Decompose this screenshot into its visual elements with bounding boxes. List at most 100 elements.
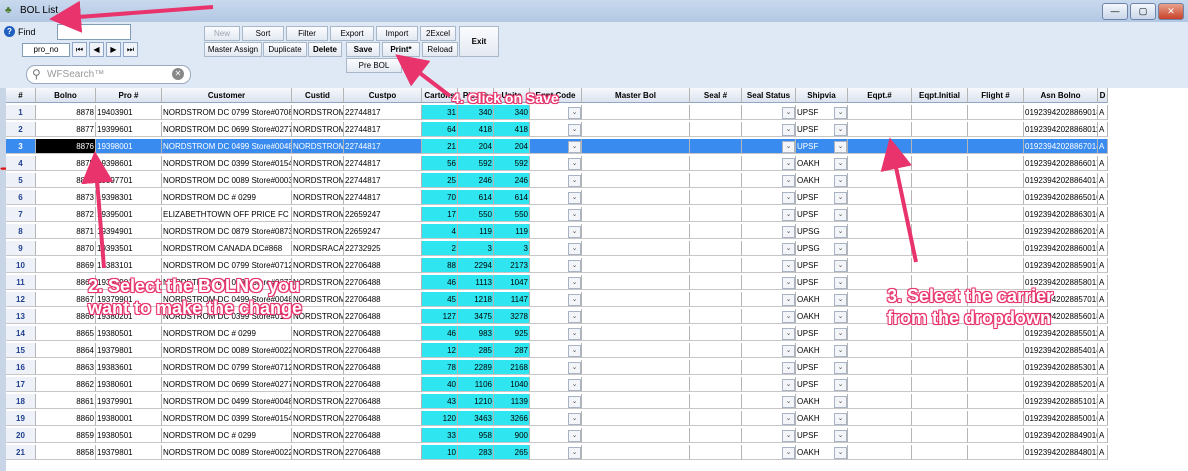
table-row[interactable]: 17 8862 19380601 NORDSTROM DC 0699 Store#02… bbox=[6, 377, 1188, 393]
chevron-down-icon[interactable]: ⌄ bbox=[782, 345, 795, 357]
chevron-down-icon[interactable]: ⌄ bbox=[568, 294, 581, 306]
chevron-down-icon[interactable]: ⌄ bbox=[782, 141, 795, 153]
chevron-down-icon[interactable]: ⌄ bbox=[834, 260, 847, 272]
chevron-down-icon[interactable]: ⌄ bbox=[568, 328, 581, 340]
exit-button[interactable]: Exit bbox=[459, 26, 499, 57]
column-header[interactable]: # bbox=[6, 88, 36, 103]
table-row[interactable]: 9 8870 19393501 NORDSTROM CANADA DC#868 NORD… bbox=[6, 241, 1188, 257]
chevron-down-icon[interactable]: ⌄ bbox=[782, 379, 795, 391]
chevron-down-icon[interactable]: ⌄ bbox=[834, 277, 847, 289]
table-row[interactable]: 20 8859 19380501 NORDSTROM DC # 0299 NORDSTR… bbox=[6, 428, 1188, 444]
chevron-down-icon[interactable]: ⌄ bbox=[834, 158, 847, 170]
chevron-down-icon[interactable]: ⌄ bbox=[568, 192, 581, 204]
chevron-down-icon[interactable]: ⌄ bbox=[568, 277, 581, 289]
table-row[interactable]: 6 8873 19398301 NORDSTROM DC # 0299 NORDSTRO… bbox=[6, 190, 1188, 206]
chevron-down-icon[interactable]: ⌄ bbox=[782, 192, 795, 204]
chevron-down-icon[interactable]: ⌄ bbox=[782, 175, 795, 187]
chevron-down-icon[interactable]: ⌄ bbox=[568, 362, 581, 374]
to-excel-button[interactable]: 2Excel bbox=[420, 26, 456, 41]
chevron-down-icon[interactable]: ⌄ bbox=[834, 107, 847, 119]
chevron-down-icon[interactable]: ⌄ bbox=[782, 294, 795, 306]
save-button[interactable]: Save bbox=[346, 42, 380, 57]
table-row[interactable]: 21 8858 19379801 NORDSTROM DC 0089 Store#00… bbox=[6, 445, 1188, 461]
column-header[interactable]: Bolno bbox=[36, 88, 96, 103]
chevron-down-icon[interactable]: ⌄ bbox=[568, 226, 581, 238]
chevron-down-icon[interactable]: ⌄ bbox=[834, 124, 847, 136]
chevron-down-icon[interactable]: ⌄ bbox=[782, 124, 795, 136]
column-header[interactable]: Pro # bbox=[96, 88, 162, 103]
maximize-button[interactable]: ▢ bbox=[1130, 3, 1156, 20]
chevron-down-icon[interactable]: ⌄ bbox=[782, 260, 795, 272]
table-row[interactable]: 1 8878 19403901 NORDSTROM DC 0799 Store#070… bbox=[6, 105, 1188, 121]
export-button[interactable]: Export bbox=[330, 26, 374, 41]
chevron-down-icon[interactable]: ⌄ bbox=[568, 107, 581, 119]
column-header[interactable]: Custid bbox=[292, 88, 344, 103]
chevron-down-icon[interactable]: ⌄ bbox=[568, 430, 581, 442]
chevron-down-icon[interactable]: ⌄ bbox=[834, 141, 847, 153]
chevron-down-icon[interactable]: ⌄ bbox=[834, 447, 847, 459]
column-header[interactable]: Shipvia bbox=[796, 88, 848, 103]
pre-bol-button[interactable]: Pre BOL bbox=[346, 58, 402, 73]
table-row[interactable]: 5 8874 19397701 NORDSTROM DC 0089 Store#000… bbox=[6, 173, 1188, 189]
chevron-down-icon[interactable]: ⌄ bbox=[834, 294, 847, 306]
chevron-down-icon[interactable]: ⌄ bbox=[568, 260, 581, 272]
chevron-down-icon[interactable]: ⌄ bbox=[568, 124, 581, 136]
find-input[interactable] bbox=[57, 24, 131, 40]
chevron-down-icon[interactable]: ⌄ bbox=[782, 158, 795, 170]
table-row[interactable]: 4 8875 19398601 NORDSTROM DC 0399 Store#015… bbox=[6, 156, 1188, 172]
chevron-down-icon[interactable]: ⌄ bbox=[568, 175, 581, 187]
column-header[interactable]: Seal # bbox=[690, 88, 742, 103]
master-assign-button[interactable]: Master Assign bbox=[204, 42, 262, 57]
chevron-down-icon[interactable]: ⌄ bbox=[568, 311, 581, 323]
table-row[interactable]: 16 8863 19383601 NORDSTROM DC 0799 Store#07… bbox=[6, 360, 1188, 376]
clear-search-icon[interactable]: ✕ bbox=[172, 68, 184, 80]
chevron-down-icon[interactable]: ⌄ bbox=[834, 328, 847, 340]
delete-button[interactable]: Delete bbox=[308, 42, 342, 57]
table-row[interactable]: 10 8869 19383101 NORDSTROM DC 0799 Store#07… bbox=[6, 258, 1188, 274]
sort-button[interactable]: Sort bbox=[242, 26, 284, 41]
reload-button[interactable]: Reload bbox=[422, 42, 458, 57]
chevron-down-icon[interactable]: ⌄ bbox=[782, 430, 795, 442]
chevron-down-icon[interactable]: ⌄ bbox=[782, 243, 795, 255]
column-header[interactable]: D bbox=[1098, 88, 1108, 103]
column-header[interactable]: Eqpt.Initial bbox=[912, 88, 968, 103]
next-record-icon[interactable]: ▶ bbox=[106, 42, 121, 57]
table-row[interactable]: 19 8860 19380001 NORDSTROM DC 0399 Store#01… bbox=[6, 411, 1188, 427]
chevron-down-icon[interactable]: ⌄ bbox=[782, 277, 795, 289]
chevron-down-icon[interactable]: ⌄ bbox=[782, 447, 795, 459]
duplicate-button[interactable]: Duplicate bbox=[263, 42, 307, 57]
wf-search-input[interactable]: ⚲ WFSearch™ ✕ bbox=[26, 65, 191, 84]
chevron-down-icon[interactable]: ⌄ bbox=[782, 107, 795, 119]
new-button[interactable]: New bbox=[204, 26, 240, 41]
chevron-down-icon[interactable]: ⌄ bbox=[568, 209, 581, 221]
chevron-down-icon[interactable]: ⌄ bbox=[782, 396, 795, 408]
chevron-down-icon[interactable]: ⌄ bbox=[568, 243, 581, 255]
chevron-down-icon[interactable]: ⌄ bbox=[834, 413, 847, 425]
chevron-down-icon[interactable]: ⌄ bbox=[834, 345, 847, 357]
import-button[interactable]: Import bbox=[376, 26, 418, 41]
print-button[interactable]: Print* bbox=[382, 42, 420, 57]
table-row[interactable]: 2 8877 19399601 NORDSTROM DC 0699 Store#027… bbox=[6, 122, 1188, 138]
chevron-down-icon[interactable]: ⌄ bbox=[568, 447, 581, 459]
chevron-down-icon[interactable]: ⌄ bbox=[568, 413, 581, 425]
chevron-down-icon[interactable]: ⌄ bbox=[782, 226, 795, 238]
chevron-down-icon[interactable]: ⌄ bbox=[782, 413, 795, 425]
column-header[interactable]: Eqpt.# bbox=[848, 88, 912, 103]
column-header[interactable]: Seal Status bbox=[742, 88, 796, 103]
minimize-button[interactable]: — bbox=[1102, 3, 1128, 20]
chevron-down-icon[interactable]: ⌄ bbox=[834, 311, 847, 323]
chevron-down-icon[interactable]: ⌄ bbox=[782, 209, 795, 221]
chevron-down-icon[interactable]: ⌄ bbox=[568, 345, 581, 357]
column-header[interactable]: Asn Bolno bbox=[1024, 88, 1098, 103]
chevron-down-icon[interactable]: ⌄ bbox=[834, 243, 847, 255]
chevron-down-icon[interactable]: ⌄ bbox=[568, 379, 581, 391]
table-row[interactable]: 3 8876 19398001 NORDSTROM DC 0499 Store#004… bbox=[6, 139, 1188, 155]
chevron-down-icon[interactable]: ⌄ bbox=[568, 158, 581, 170]
column-header[interactable]: Custpo bbox=[344, 88, 422, 103]
chevron-down-icon[interactable]: ⌄ bbox=[834, 362, 847, 374]
column-header[interactable]: Customer bbox=[162, 88, 292, 103]
grid-header[interactable]: # Bolno Pro # Customer Custid Custpo Cartons Pi… bbox=[6, 88, 1188, 104]
chevron-down-icon[interactable]: ⌄ bbox=[834, 175, 847, 187]
chevron-down-icon[interactable]: ⌄ bbox=[782, 311, 795, 323]
chevron-down-icon[interactable]: ⌄ bbox=[834, 379, 847, 391]
